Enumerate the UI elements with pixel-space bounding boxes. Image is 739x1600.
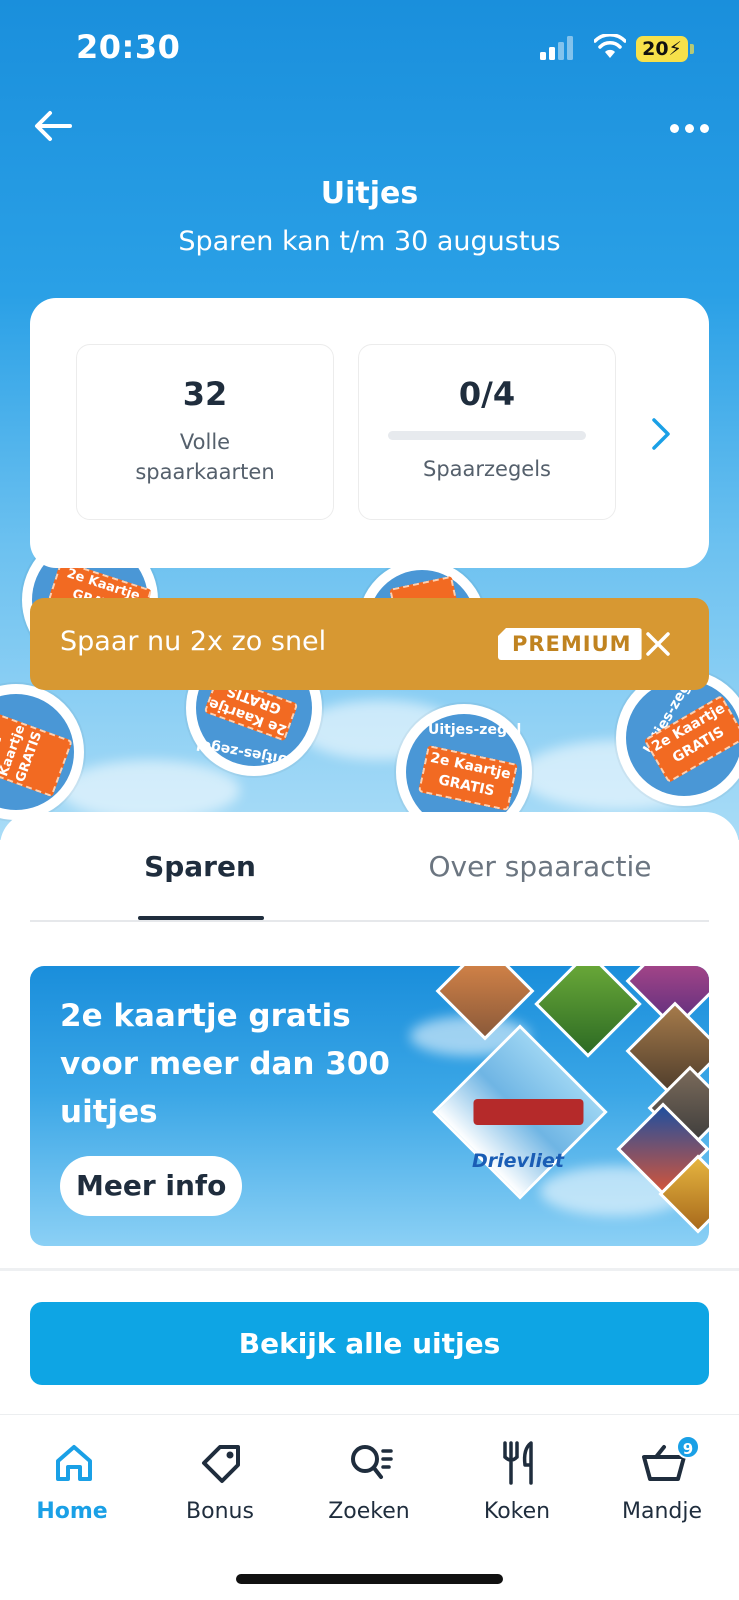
nav-koken-label: Koken [483,1499,551,1524]
premium-badge: PREMIUM [498,628,642,660]
tab-over-spaaractie[interactable]: Over spaaractie [420,850,660,883]
chevron-right-icon[interactable] [645,414,675,454]
search-icon [351,1445,393,1479]
page-subtitle: Sparen kan t/m 30 augustus [178,226,561,257]
full-cards-stat: 32 Volle spaarkaarten [76,344,334,520]
active-tab-indicator [138,916,264,920]
nav-koken[interactable]: Koken [447,1415,587,1535]
stamps-stat: 0/4 Spaarzegels [358,344,616,520]
promo-banner[interactable]: Drievliet 2e kaartje gratis voor meer da… [30,966,709,1246]
premium-banner-text: Spaar nu 2x zo snel [60,626,327,657]
nav-mandje[interactable]: 9 Mandje [592,1415,732,1535]
wifi-icon [594,34,626,58]
premium-banner[interactable]: Spaar nu 2x zo snel PREMIUM [30,598,709,690]
full-cards-label-line1: Volle [179,430,231,454]
nav-home[interactable]: Home [2,1415,142,1535]
tag-icon [202,1445,240,1483]
cutlery-icon [503,1441,533,1485]
bottom-navigation: Home Bonus Zoeken Koken 9 Mandje [0,1414,739,1600]
full-cards-label-line2: spaarkaarten [135,460,275,484]
status-bar: 20:30 20⚡ [0,0,739,100]
nav-home-label: Home [36,1499,108,1524]
nav-zoeken-label: Zoeken [328,1499,410,1524]
page-title: Uitjes [320,176,419,211]
full-cards-value: 32 [182,375,228,413]
drievliet-logo: Drievliet [472,1150,564,1172]
more-options-icon[interactable] [664,112,714,142]
nav-bonus-label: Bonus [186,1499,254,1524]
home-icon [56,1445,92,1481]
nav-mandje-label: Mandje [621,1499,703,1524]
stamps-value: 0/4 [458,375,516,413]
signal-icon [540,36,573,60]
savings-stats-card[interactable]: 32 Volle spaarkaarten 0/4 Spaarzegels [30,298,709,568]
home-indicator [236,1574,503,1584]
tab-divider [30,920,709,922]
close-icon[interactable] [640,626,676,662]
stamps-label: Spaarzegels [423,457,551,481]
view-all-outings-button[interactable]: Bekijk alle uitjes [30,1302,709,1385]
stamp-badge: Uitjes-zegel 2e Kaartje GRATIS [616,668,739,806]
stamps-progress-bar [388,431,586,440]
nav-bonus[interactable]: Bonus [150,1415,290,1535]
section-divider [0,1268,739,1271]
status-time: 20:30 [76,28,181,66]
promo-title: 2e kaartje gratis voor meer dan 300 uitj… [60,998,390,1130]
battery-indicator: 20⚡ [636,36,688,62]
back-arrow-icon[interactable] [30,104,78,148]
tab-sparen[interactable]: Sparen [120,850,280,883]
meer-info-button[interactable]: Meer info [60,1156,243,1216]
cart-count-badge: 9 [676,1435,700,1459]
nav-zoeken[interactable]: Zoeken [299,1415,439,1535]
